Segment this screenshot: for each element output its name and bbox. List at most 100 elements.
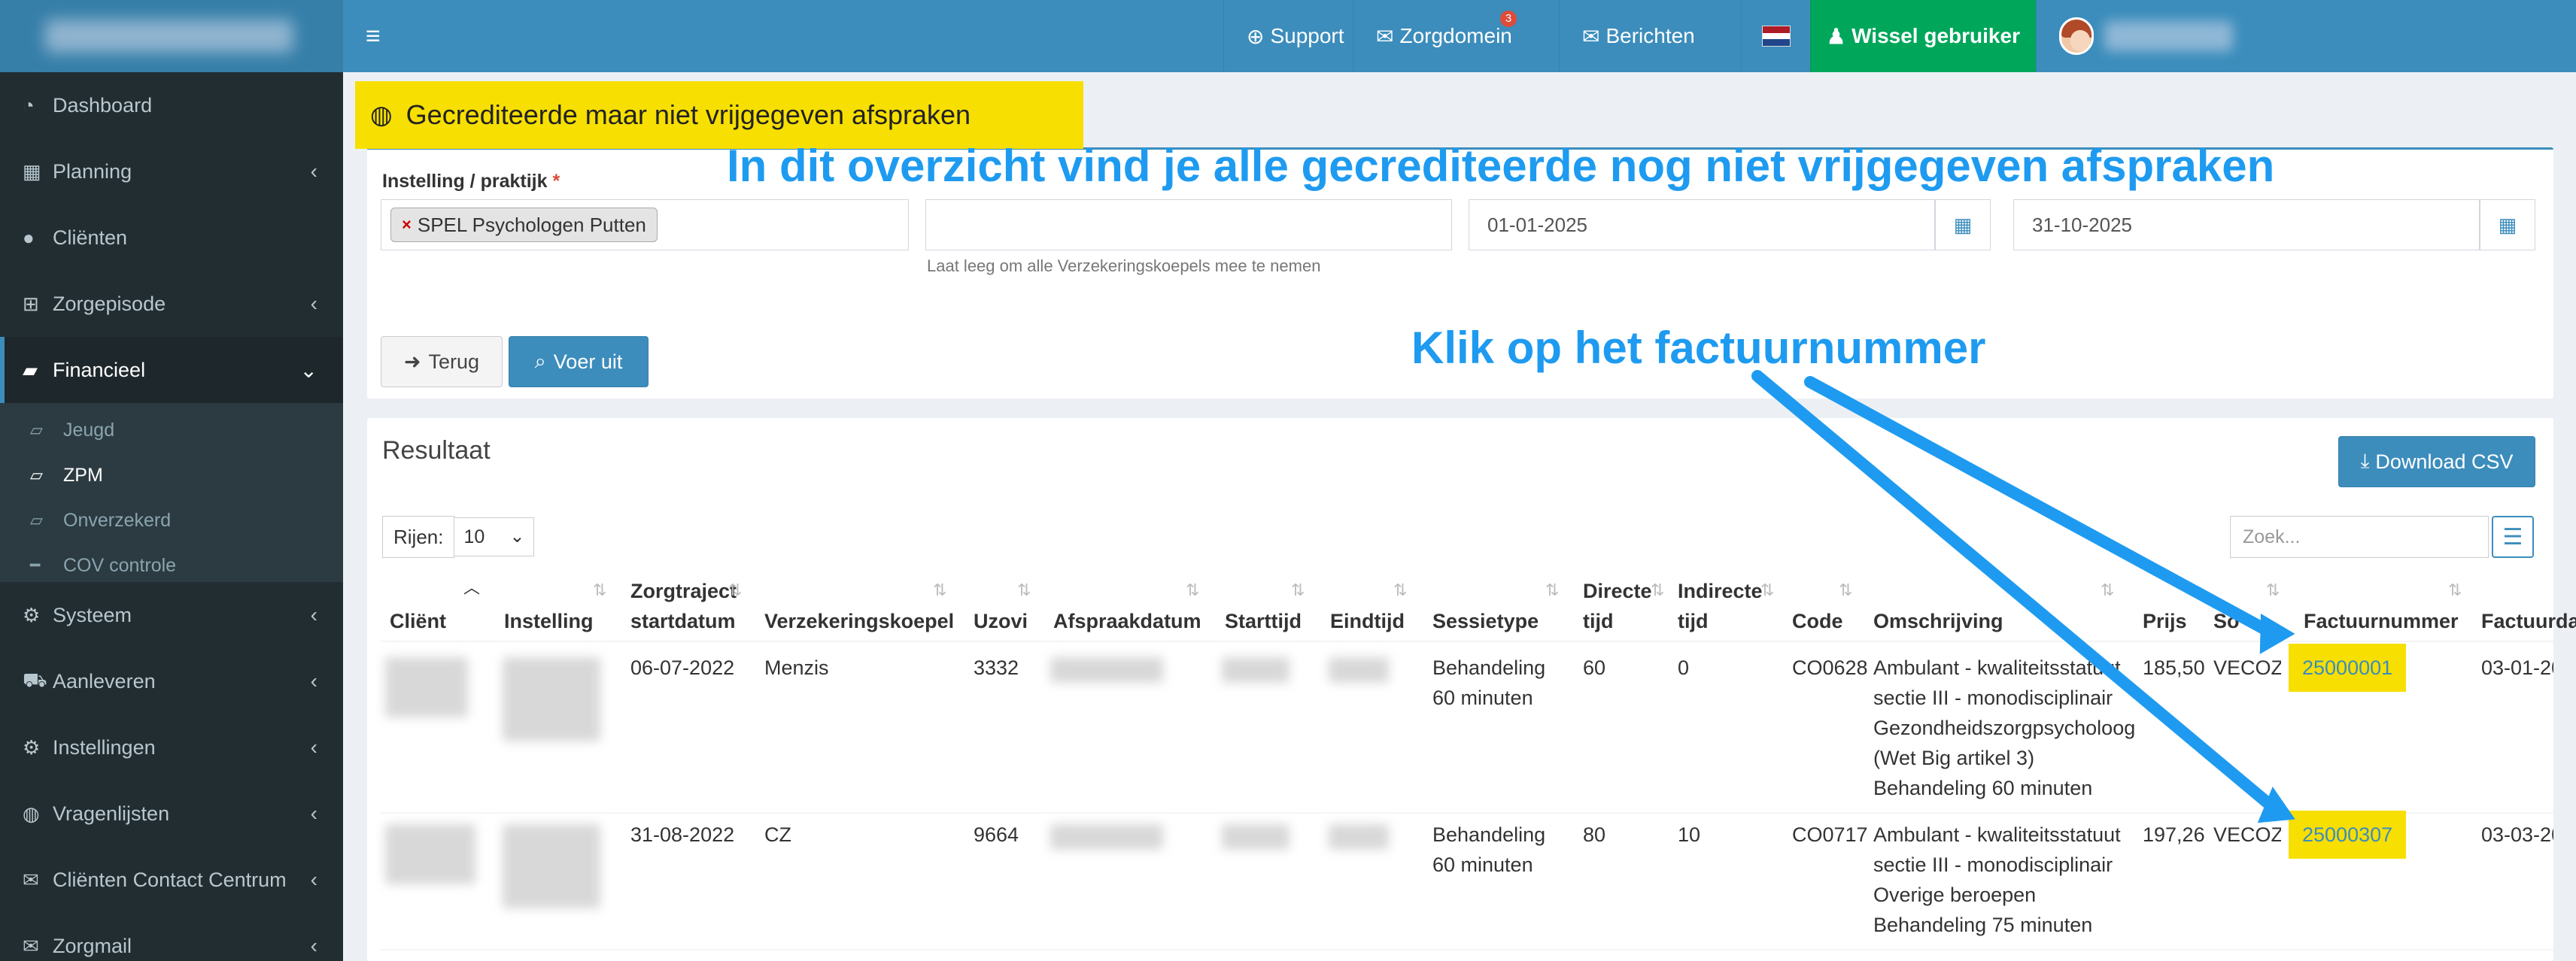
sidebar-item-dashboard[interactable]: ◔ Dashboard bbox=[0, 72, 343, 138]
chevron-left-icon: ‹ bbox=[310, 802, 317, 825]
sort-icon[interactable]: ⇅ bbox=[1651, 581, 1664, 600]
koepel-hint: Laat leeg om alle Verzekeringskoepels me… bbox=[927, 256, 1321, 275]
sidebar-subitem-zpm[interactable]: ▱ ZPM bbox=[0, 453, 343, 498]
sidebar-item-zorgepisode[interactable]: ⊞ Zorgepisode ‹ bbox=[0, 271, 343, 337]
col-uzovi[interactable]: Uzovi bbox=[974, 606, 1028, 636]
sidebar-item-clienten-contact-centrum[interactable]: ✉ Cliënten Contact Centrum ‹ bbox=[0, 847, 343, 913]
instelling-select[interactable]: × SPEL Psychologen Putten bbox=[381, 199, 909, 250]
col-factuurnummer[interactable]: Factuurnummer bbox=[2304, 606, 2459, 636]
book-icon: ▰ bbox=[23, 358, 38, 381]
sort-icon[interactable]: ⇅ bbox=[1393, 581, 1407, 600]
rows-select[interactable]: 10 ⌄ bbox=[454, 517, 535, 556]
factuurnummer-link[interactable]: 25000001 bbox=[2289, 644, 2407, 692]
sidebar-subitem-onverzekerd[interactable]: ▱ Onverzekerd bbox=[0, 498, 343, 543]
language-selector[interactable] bbox=[1741, 0, 1810, 72]
calendar-icon: ▦ bbox=[23, 159, 41, 183]
col-factuurdatum[interactable]: Factuurdat bbox=[2481, 606, 2576, 636]
sort-icon[interactable]: ⇅ bbox=[933, 581, 946, 600]
sidebar-item-label: Cliënten Contact Centrum bbox=[53, 868, 287, 891]
sidebar-subitem-cov-controle[interactable]: ━ COV controle bbox=[0, 543, 343, 588]
download-icon: ⤓ bbox=[2360, 450, 2370, 472]
sidebar-subitem-jeugd[interactable]: ▱ Jeugd bbox=[0, 408, 343, 453]
arrow-left-circle-icon: ➜ bbox=[403, 350, 421, 373]
sort-icon[interactable]: ⇅ bbox=[728, 581, 742, 600]
date-to-input[interactable]: 31-10-2025 bbox=[2013, 199, 2480, 250]
sidebar-item-clienten[interactable]: ● Cliënten bbox=[0, 205, 343, 271]
sort-icon[interactable]: ⇅ bbox=[1017, 581, 1031, 600]
nav-berichten[interactable]: ✉ Berichten bbox=[1559, 0, 1741, 72]
col-zorgtraject[interactable]: Zorgtraject startdatum bbox=[630, 576, 737, 636]
rows-label: Rijen: bbox=[382, 516, 455, 558]
omschrijving-line: Behandeling 75 minuten bbox=[1873, 914, 2093, 936]
search-input[interactable]: Zoek... bbox=[2230, 516, 2489, 558]
sort-asc-icon[interactable]: ︿ bbox=[463, 574, 480, 599]
sort-icon[interactable]: ⇅ bbox=[1760, 581, 1774, 600]
sidebar-item-aanleveren[interactable]: ⛟ Aanleveren ‹ bbox=[0, 648, 343, 714]
col-afspraakdatum[interactable]: Afspraakdatum bbox=[1053, 606, 1201, 636]
sort-icon[interactable]: ⇅ bbox=[1545, 581, 1559, 600]
omschrijving-line: Behandeling 60 minuten bbox=[1873, 777, 2093, 799]
selected-instelling-tag[interactable]: × SPEL Psychologen Putten bbox=[390, 208, 658, 242]
col-zorgtraject-line2: startdatum bbox=[630, 610, 736, 632]
col-directe-tijd[interactable]: Directe tijd bbox=[1583, 576, 1652, 636]
col-indirecte-tijd[interactable]: Indirecte tijd bbox=[1678, 576, 1763, 636]
calendar-icon[interactable]: ▦ bbox=[1935, 199, 1991, 250]
sort-icon[interactable]: ⇅ bbox=[1186, 581, 1199, 600]
user-menu[interactable] bbox=[2036, 0, 2233, 72]
execute-button[interactable]: ⌕ Voer uit bbox=[509, 336, 649, 387]
sidebar-subitem-label: COV controle bbox=[63, 554, 177, 576]
col-verzekeringskoepel[interactable]: Verzekeringskoepel bbox=[764, 606, 954, 636]
sort-icon[interactable]: ⇅ bbox=[593, 581, 606, 600]
col-starttijd[interactable]: Starttijd bbox=[1225, 606, 1302, 636]
instelling-redacted bbox=[503, 824, 600, 908]
cell-startdatum: 31-08-2022 bbox=[630, 823, 735, 846]
brand-logo[interactable] bbox=[0, 0, 343, 72]
nav-zorgdomein[interactable]: ✉ Zorgdomein bbox=[1353, 0, 1559, 72]
chevron-down-icon: ⌄ bbox=[509, 526, 525, 547]
col-soort[interactable]: So bbox=[2213, 606, 2240, 636]
col-omschrijving[interactable]: Omschrijving bbox=[1873, 606, 2003, 636]
sidebar-item-label: Planning bbox=[53, 159, 132, 183]
hamburger-menu-icon[interactable]: ≡ bbox=[366, 23, 387, 50]
nav-berichten-label: Berichten bbox=[1605, 24, 1695, 47]
sidebar-item-label: Vragenlijsten bbox=[53, 802, 170, 825]
col-code[interactable]: Code bbox=[1792, 606, 1843, 636]
col-eindtijd[interactable]: Eindtijd bbox=[1330, 606, 1405, 636]
back-button[interactable]: ➜ Terug bbox=[381, 336, 503, 387]
sidebar-item-planning[interactable]: ▦ Planning ‹ bbox=[0, 138, 343, 205]
sidebar-item-label: Instellingen bbox=[53, 735, 156, 759]
download-csv-button[interactable]: ⤓ Download CSV bbox=[2338, 436, 2535, 487]
column-toggle-button[interactable]: ☰ bbox=[2492, 516, 2534, 558]
omschrijving-line: (Wet Big artikel 3) bbox=[1873, 747, 2035, 769]
result-title: Resultaat bbox=[382, 436, 491, 465]
switch-user-button[interactable]: ♟ Wissel gebruiker bbox=[1810, 0, 2036, 72]
annotation-click-hint: Klik op het factuurnummer bbox=[1411, 323, 1986, 373]
nav-support[interactable]: ⊕ Support bbox=[1223, 0, 1353, 72]
verzekeringskoepel-select[interactable] bbox=[925, 199, 1452, 250]
avatar bbox=[2059, 17, 2094, 55]
remove-tag-icon[interactable]: × bbox=[402, 215, 412, 235]
rows-per-page: Rijen: 10 ⌄ bbox=[382, 516, 535, 558]
sidebar-item-financieel[interactable]: ▰ Financieel ⌄ bbox=[0, 337, 343, 403]
sidebar-item-instellingen[interactable]: ⚙ Instellingen ‹ bbox=[0, 714, 343, 781]
calendar-icon[interactable]: ▦ bbox=[2480, 199, 2535, 250]
sidebar-item-systeem[interactable]: ⚙ Systeem ‹ bbox=[0, 582, 343, 648]
col-prijs[interactable]: Prijs bbox=[2143, 606, 2187, 636]
sort-icon[interactable]: ⇅ bbox=[1839, 581, 1852, 600]
cell-indirecte: 0 bbox=[1678, 656, 1690, 679]
col-directe-line2: tijd bbox=[1583, 610, 1614, 632]
sidebar-item-zorgmail[interactable]: ✉ Zorgmail ‹ bbox=[0, 913, 343, 961]
col-sessietype[interactable]: Sessietype bbox=[1432, 606, 1539, 636]
sidebar-item-label: Aanleveren bbox=[53, 669, 156, 693]
sort-icon[interactable]: ⇅ bbox=[2266, 581, 2280, 600]
sort-icon[interactable]: ⇅ bbox=[1291, 581, 1305, 600]
envelope-icon: ✉ bbox=[23, 934, 39, 957]
sort-icon[interactable]: ⇅ bbox=[2101, 581, 2114, 600]
col-instelling[interactable]: Instelling bbox=[504, 606, 594, 636]
sidebar-item-vragenlijsten[interactable]: ◍ Vragenlijsten ‹ bbox=[0, 781, 343, 847]
col-client[interactable]: Cliënt bbox=[390, 606, 446, 636]
factuurnummer-link[interactable]: 25000307 bbox=[2289, 811, 2407, 859]
date-from-input[interactable]: 01-01-2025 bbox=[1469, 199, 1935, 250]
sort-icon[interactable]: ⇅ bbox=[2448, 581, 2462, 600]
sidebar-item-label: Financieel bbox=[53, 358, 146, 381]
